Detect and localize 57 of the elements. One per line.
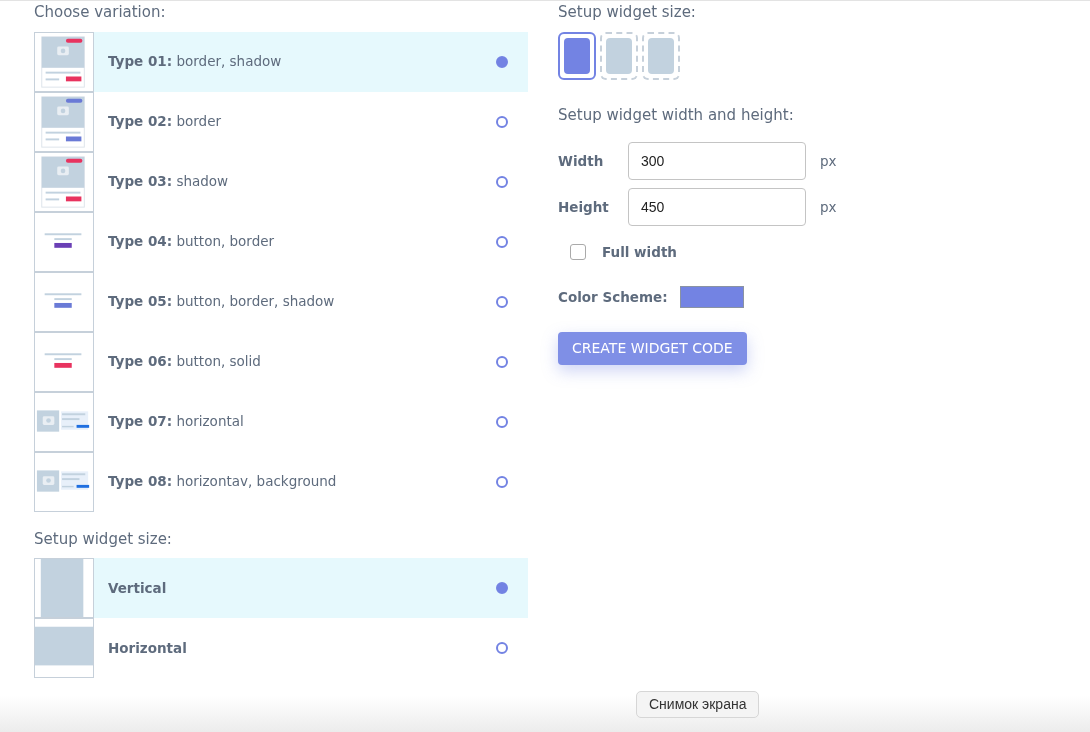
widget-preview-drawing (34, 451, 94, 512)
color-scheme-label: Color Scheme: (558, 288, 668, 308)
field-label: Width (558, 151, 605, 171)
radio-button[interactable] (496, 55, 508, 68)
section-heading: Setup widget width and height: (558, 104, 795, 126)
radio-button[interactable] (496, 355, 508, 368)
unit-label: px (820, 151, 837, 171)
option-row[interactable]: Type 06: button, solid (34, 331, 528, 392)
radio-button[interactable] (496, 295, 508, 308)
option-row[interactable]: Type 02: border (34, 91, 528, 152)
widget-preview-drawing (34, 331, 94, 392)
widget-preview-drawing (34, 618, 94, 678)
radio-button[interactable] (496, 475, 508, 488)
size-option[interactable] (558, 31, 596, 80)
radio-button[interactable] (496, 642, 508, 654)
option-label: Type 06: button, solid (108, 352, 262, 372)
option-row[interactable]: Type 04: button, border (34, 211, 528, 272)
option-label: Type 02: border (108, 112, 222, 132)
option-label: Vertical (108, 578, 168, 598)
option-label: Type 01: border, shadow (108, 52, 283, 72)
number-field[interactable]: 300 (628, 142, 806, 180)
radio-button[interactable] (496, 115, 508, 128)
widget-preview-drawing (34, 31, 94, 92)
full-width-checkbox[interactable] (570, 244, 586, 261)
radio-button[interactable] (496, 415, 508, 428)
number-field[interactable]: 450 (628, 188, 806, 226)
option-row[interactable]: Type 08: horizontav, background (34, 451, 528, 512)
option-row[interactable]: Type 05: button, border, shadow (34, 271, 528, 332)
option-row[interactable]: Type 01: border, shadow (34, 31, 528, 92)
option-row[interactable]: Vertical (34, 558, 528, 618)
color-swatch[interactable] (679, 286, 744, 309)
option-label: Type 08: horizontav, background (108, 472, 338, 492)
widget-preview-drawing (34, 271, 94, 332)
section-heading: Setup widget size: (34, 528, 173, 550)
section-heading: Choose variation: (34, 2, 167, 23)
widget-preview-drawing (34, 558, 94, 618)
widget-preview-drawing (34, 211, 94, 272)
option-row[interactable]: Horizontal (34, 618, 528, 678)
widget-preview-drawing (34, 391, 94, 452)
field-label: Height (558, 197, 610, 217)
radio-button[interactable] (496, 235, 508, 248)
option-label: Type 03: shadow (108, 172, 230, 192)
radio-button[interactable] (496, 175, 508, 188)
option-label: Type 07: horizontal (108, 412, 245, 432)
option-row[interactable]: Type 03: shadow (34, 151, 528, 212)
section-heading: Setup widget size: (558, 2, 697, 23)
radio-button[interactable] (496, 582, 508, 594)
create-widget-code-button[interactable]: CREATE WIDGET CODE (558, 332, 747, 366)
option-row[interactable]: Type 07: horizontal (34, 391, 528, 452)
unit-label: px (820, 197, 837, 217)
full-width-label[interactable]: Full width (602, 242, 677, 263)
widget-preview-drawing (34, 151, 94, 212)
tooltip: Снимок экрана (636, 691, 760, 718)
option-label: Type 04: button, border (108, 232, 276, 252)
widget-preview-drawing (34, 91, 94, 152)
option-label: Type 05: button, border, shadow (108, 292, 336, 312)
option-label: Horizontal (108, 638, 188, 658)
